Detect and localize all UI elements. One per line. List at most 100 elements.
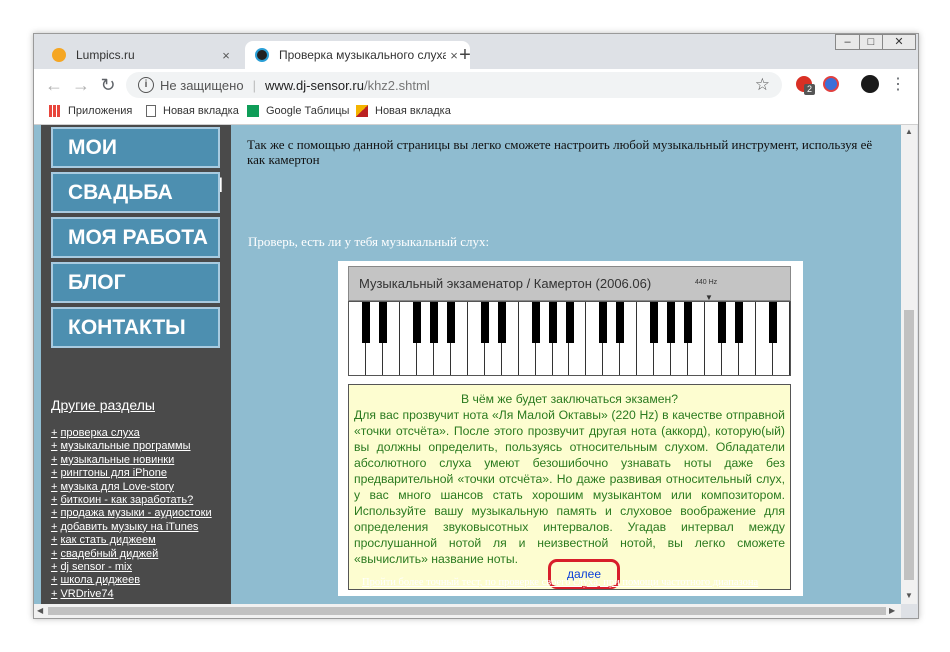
sidebar-link-label: биткоин - как заработать?	[60, 494, 194, 506]
bullet-icon: +	[51, 574, 58, 587]
close-window-button[interactable]: ✕	[882, 34, 916, 50]
sheets-icon	[247, 105, 259, 117]
bookmarks-bar: Приложения Новая вкладка Google Таблицы …	[34, 101, 918, 125]
black-key[interactable]	[446, 302, 455, 343]
scroll-up-arrow-icon[interactable]: ▲	[905, 127, 913, 136]
menu-photos[interactable]: МОИ ФОТОРАБОТЫ	[51, 127, 223, 197]
extension-icon[interactable]: 2	[796, 76, 815, 95]
lumpics-favicon-icon	[52, 48, 66, 62]
bookmark-google-sheets[interactable]: Google Таблицы	[247, 105, 349, 117]
bookmark-new-tab-2[interactable]: Новая вкладка	[356, 105, 451, 117]
scroll-thumb-horizontal[interactable]	[48, 607, 886, 615]
bullet-icon: +	[51, 520, 58, 533]
black-key[interactable]	[361, 302, 370, 343]
sidebar-link-label: школа диджеев	[60, 574, 141, 587]
scroll-left-arrow-icon[interactable]: ◀	[37, 606, 43, 615]
page-content: МОИ ФОТОРАБОТЫ СВАДЬБА МОЯ РАБОТА БЛОГ К…	[34, 125, 901, 604]
sidebar-link[interactable]: + продажа музыки - аудиостоки	[51, 507, 212, 519]
apps-grid-icon	[49, 105, 61, 117]
bullet-icon: +	[51, 453, 58, 466]
sidebar-link-label: музыкальные новинки	[60, 453, 175, 466]
bookmark-label: Приложения	[68, 105, 133, 117]
back-button[interactable]: ←	[43, 74, 65, 96]
bookmark-apps[interactable]: Приложения	[49, 105, 132, 117]
bullet-icon: +	[51, 467, 58, 480]
scroll-down-arrow-icon[interactable]: ▼	[905, 591, 913, 600]
url-path: /khz2.shtml	[363, 77, 430, 93]
check-prompt: Проверь, есть ли у тебя музыкальный слух…	[248, 234, 490, 249]
black-key[interactable]	[599, 302, 608, 343]
sidebar-link[interactable]: + биткоин - как заработать?	[51, 494, 193, 506]
panel-title: Музыкальный экзаменатор / Камертон (2006…	[359, 276, 652, 291]
sidebar-link-label: dj sensor - mix	[60, 561, 132, 573]
black-key[interactable]	[616, 302, 625, 343]
sidebar-link-label: добавить музыку на iTunes	[60, 520, 199, 533]
frequency-test-link[interactable]: Пройти более точный тест, по проверке св…	[362, 577, 758, 588]
tab-lumpics[interactable]: Lumpics.ru ×	[42, 41, 242, 69]
info-icon[interactable]: i	[138, 77, 154, 93]
bookmark-star-icon[interactable]: ☆	[755, 75, 770, 95]
menu-contacts[interactable]: КОНТАКТЫ	[51, 307, 220, 348]
bullet-icon: +	[51, 507, 58, 520]
sidebar-link[interactable]: + VRDrive74	[51, 588, 114, 600]
security-label: Не защищено	[160, 77, 244, 93]
other-sections-title[interactable]: Другие разделы	[51, 397, 155, 413]
sidebar-link[interactable]: + музыкальные новинки	[51, 454, 174, 466]
new-tab-button[interactable]: +	[455, 44, 475, 67]
black-key[interactable]	[565, 302, 574, 343]
piano-header: Музыкальный экзаменатор / Камертон (2006…	[348, 266, 791, 302]
sidebar-link-label: проверка слуха	[60, 427, 140, 439]
sidebar-link[interactable]: + музыка для Love-story	[51, 481, 174, 493]
black-key[interactable]	[684, 302, 693, 343]
sidebar-link[interactable]: + проверка слуха	[51, 427, 140, 439]
sidebar-link-label: как стать диджеем	[60, 534, 156, 547]
black-key[interactable]	[412, 302, 421, 343]
black-key[interactable]	[667, 302, 676, 343]
black-key[interactable]	[497, 302, 506, 343]
menu-blog[interactable]: БЛОГ	[51, 262, 220, 303]
black-key[interactable]	[548, 302, 557, 343]
menu-wedding[interactable]: СВАДЬБА	[51, 172, 220, 213]
bullet-icon: +	[51, 427, 58, 439]
reload-button[interactable]: ↻	[97, 74, 119, 96]
bookmark-new-tab-1[interactable]: Новая вкладка	[146, 105, 239, 117]
close-icon[interactable]: ×	[218, 48, 234, 63]
black-key[interactable]	[531, 302, 540, 343]
browser-window: Lumpics.ru × Проверка музыкального слуха…	[33, 33, 919, 619]
tab-title: Проверка музыкального слуха	[279, 48, 446, 62]
sidebar-link[interactable]: + музыкальные программы	[51, 440, 191, 452]
bullet-icon: +	[51, 440, 58, 453]
black-key[interactable]	[718, 302, 727, 343]
menu-kebab-icon[interactable]: ⋮	[887, 74, 909, 96]
sidebar-link[interactable]: + школа диджеев	[51, 574, 140, 586]
page-icon	[146, 105, 156, 117]
sidebar-link-label: продажа музыки - аудиостоки	[60, 507, 212, 520]
globe-extension-icon[interactable]	[823, 76, 839, 92]
sidebar-link[interactable]: + как стать диджеем	[51, 534, 156, 546]
black-key[interactable]	[378, 302, 387, 343]
vertical-scrollbar[interactable]: ▲ ▼	[901, 125, 917, 604]
black-key[interactable]	[480, 302, 489, 343]
black-key[interactable]	[429, 302, 438, 343]
tab-hearing-test[interactable]: Проверка музыкального слуха ×	[245, 41, 470, 69]
black-key[interactable]	[769, 302, 778, 343]
scroll-thumb[interactable]	[904, 310, 914, 580]
profile-avatar[interactable]	[861, 75, 879, 93]
black-key[interactable]	[735, 302, 744, 343]
sidebar-link[interactable]: + dj sensor - mix	[51, 561, 132, 573]
horizontal-scrollbar[interactable]: ◀ ▶	[34, 604, 901, 618]
scroll-right-arrow-icon[interactable]: ▶	[889, 606, 895, 615]
forward-button[interactable]: →	[70, 74, 92, 96]
address-bar[interactable]: i Не защищено | www.dj-sensor.ru/khz2.sh…	[126, 72, 782, 98]
sidebar-link[interactable]: + добавить музыку на iTunes	[51, 521, 198, 533]
menu-my-work[interactable]: МОЯ РАБОТА	[51, 217, 220, 258]
bookmark-label: Google Таблицы	[266, 105, 350, 117]
black-key[interactable]	[650, 302, 659, 343]
exam-panel: Музыкальный экзаменатор / Камертон (2006…	[338, 261, 803, 596]
sidebar-link[interactable]: + рингтоны для iPhone	[51, 467, 167, 479]
sidebar-link-label: VRDrive74	[60, 587, 114, 600]
piano-keyboard[interactable]	[348, 301, 791, 376]
maximize-button[interactable]: □	[859, 34, 883, 50]
minimize-button[interactable]: –	[835, 34, 860, 50]
sidebar-link[interactable]: + свадебный диджей	[51, 548, 158, 560]
